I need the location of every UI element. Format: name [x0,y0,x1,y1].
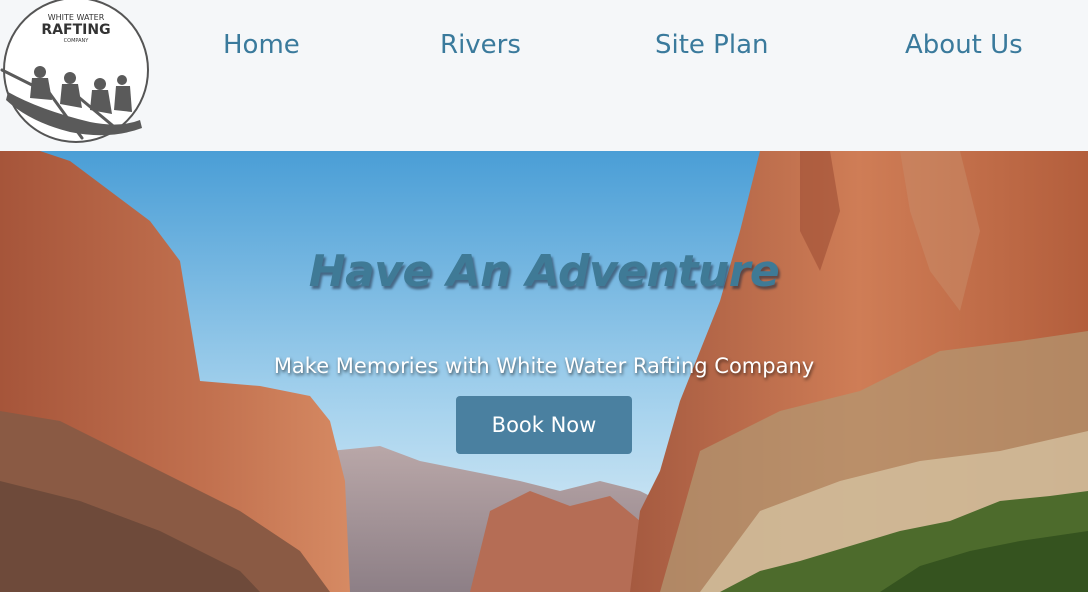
hero-subtitle: Make Memories with White Water Rafting C… [273,354,815,378]
nav-about-us-link[interactable]: About Us [905,30,1023,60]
logo-line3: COMPANY [64,38,90,44]
nav-rivers-link[interactable]: Rivers [440,30,521,60]
hero-title: Have An Adventure [308,246,780,297]
site-header: WHITE WATER RAFTING COMPANY Home Rivers … [0,0,1088,151]
logo-line1: WHITE WATER [48,13,105,22]
company-logo[interactable]: WHITE WATER RAFTING COMPANY [0,0,152,146]
logo-line2: RAFTING [41,22,110,38]
book-now-button[interactable]: Book Now [456,396,632,454]
hero-section: Have An Adventure Make Memories with Whi… [0,151,1088,592]
nav-home-link[interactable]: Home [223,30,300,60]
nav-site-plan-link[interactable]: Site Plan [655,30,769,60]
rafting-logo-icon: WHITE WATER RAFTING COMPANY [0,0,149,143]
